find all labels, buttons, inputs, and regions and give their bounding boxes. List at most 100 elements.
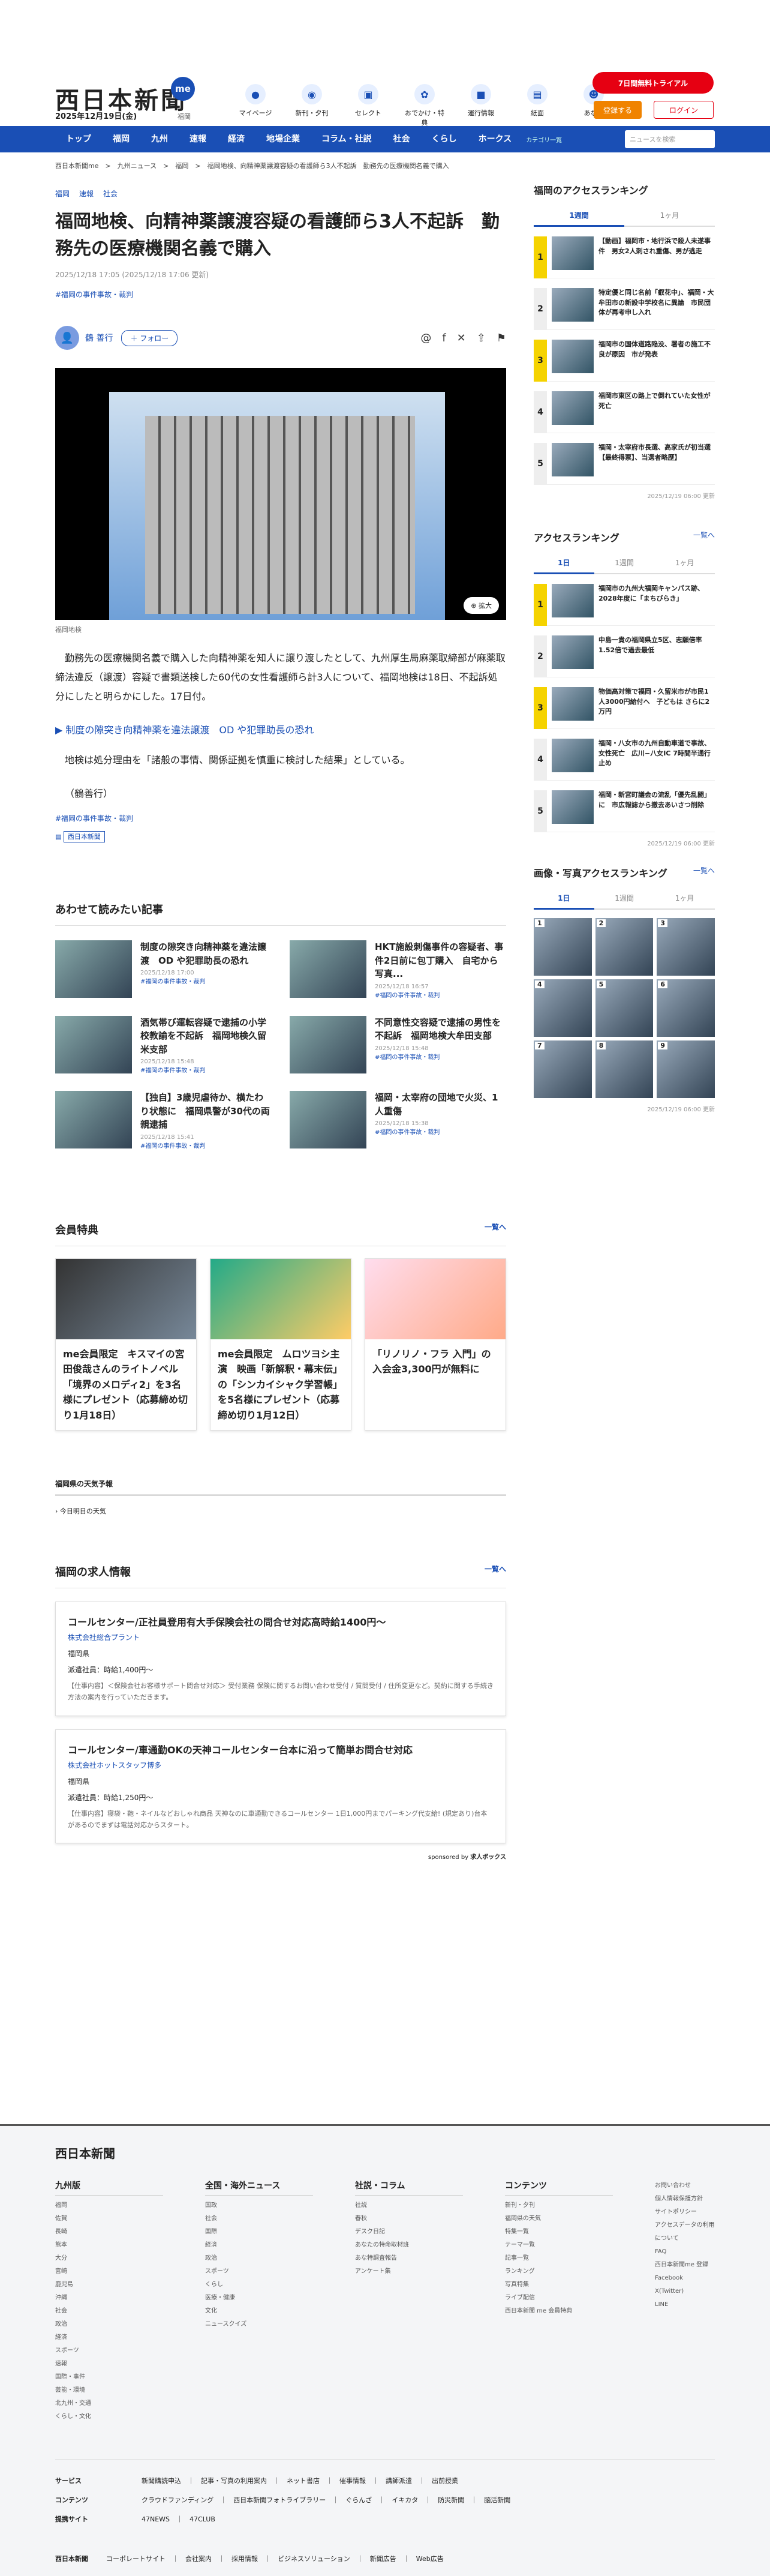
footer-link[interactable]: 特集一覧 xyxy=(505,2226,613,2239)
threads-icon[interactable]: @ xyxy=(420,332,431,344)
footer-link[interactable]: スポーツ xyxy=(205,2265,313,2278)
footer-link[interactable]: 社会 xyxy=(55,2305,163,2318)
gnav-breaking[interactable]: 速報 xyxy=(179,126,217,152)
footer-link[interactable]: 速報 xyxy=(55,2358,163,2371)
facebook-icon[interactable]: f xyxy=(442,332,446,344)
footer-link[interactable]: 経済 xyxy=(55,2331,163,2344)
x-icon[interactable]: ✕ xyxy=(457,332,466,344)
member-card[interactable]: 「リノリノ・フラ 入門」の入会金3,300円が無料に xyxy=(365,1258,506,1431)
footer-link[interactable]: 経済 xyxy=(205,2239,313,2252)
tab-day[interactable]: 1日 xyxy=(534,553,594,574)
search-input[interactable]: ニュースを検索 xyxy=(625,130,715,148)
footer-link[interactable]: 鹿児島 xyxy=(55,2278,163,2292)
trial-button[interactable]: 7日間無料トライアル xyxy=(592,72,714,94)
ranking-item[interactable]: 4 福岡・八女市の九州自動車道で事故、女性死亡 広川−八女IC 7時間半通行止め xyxy=(534,739,715,781)
footer-link[interactable]: 宮崎 xyxy=(55,2265,163,2278)
member-card[interactable]: me会員限定 ムロツヨシ主演 映画「新解釈・幕末伝」の「シンカイシャク学習帳」を… xyxy=(210,1258,351,1431)
header-pref[interactable]: 福岡 xyxy=(178,112,191,121)
article-photo[interactable]: ⊕ 拡大 xyxy=(55,368,506,620)
footer-link[interactable]: 芸能・環境 xyxy=(55,2384,163,2397)
category-list-link[interactable]: カテゴリ一覧 xyxy=(526,135,562,144)
footer-logo[interactable]: 西日本新聞 xyxy=(55,2144,715,2161)
footer-links[interactable]: お問い合わせ 個人情報保護方針 サイトポリシー アクセスデータの利用について FAQ 西日… xyxy=(655,2179,715,2311)
zoom-button[interactable]: ⊕ 拡大 xyxy=(464,597,499,614)
footer-link[interactable]: 個人情報保護方針 xyxy=(655,2193,715,2206)
footer-link[interactable]: LINE xyxy=(655,2298,715,2311)
ranking-item[interactable]: 1 福岡市の九州大福岡キャンパス跡、2028年度に「まちびらき」 xyxy=(534,584,715,626)
footer-link[interactable]: ライブ配信 xyxy=(505,2292,613,2305)
ranking-item[interactable]: 2 特定優と同じ名前「叡花中」、福岡・大牟田市の新設中学校名に異論 市民団体が再考… xyxy=(534,288,715,330)
breadcrumb[interactable]: 西日本新聞me > 九州ニュース > 福岡 > 福岡地検、向精神薬譲渡容疑の看護… xyxy=(55,152,715,179)
footer-link[interactable]: FAQ xyxy=(655,2245,715,2259)
footer-link[interactable]: 文化 xyxy=(205,2305,313,2318)
tag[interactable]: 速報 xyxy=(79,188,94,199)
gnav-kyushu[interactable]: 九州 xyxy=(140,126,179,152)
photo-rank-item[interactable]: 5 xyxy=(595,979,654,1037)
ranking-item[interactable]: 1 【動画】福岡市・地行浜で殺人未遂事件 男女2人刺され重傷、男が逃走 xyxy=(534,236,715,278)
gnav-life[interactable]: くらし xyxy=(421,126,468,152)
footer-link[interactable]: 北九州・交通 xyxy=(55,2397,163,2410)
footer-link[interactable]: くらし xyxy=(205,2278,313,2292)
gnav-economy[interactable]: 経済 xyxy=(217,126,255,152)
nav-paper[interactable]: ◉ 新刊・夕刊 xyxy=(290,84,333,127)
ranking-item[interactable]: 5 福岡・新宮町議会の流乱「優先乱闘」に 市広報誌から撤去あいさつ削除 xyxy=(534,790,715,832)
footer-link[interactable]: 社説 xyxy=(355,2199,463,2212)
tab-month[interactable]: 1ヶ月 xyxy=(624,205,715,226)
footer-links[interactable]: 新刊・夕刊 福岡県の天気 特集一覧 テーマ一覧 記事一覧 ランキング 写真特集 ライブ配信 西日… xyxy=(505,2199,613,2318)
related-card[interactable]: HKT施設刺傷事件の容疑者、事件2日前に包丁購入 自宅から写真... 2025/1… xyxy=(290,940,506,999)
tab-week[interactable]: 1週間 xyxy=(534,205,624,227)
footer-link[interactable]: 熊本 xyxy=(55,2239,163,2252)
photo-rank-item[interactable]: 7 xyxy=(534,1040,592,1098)
related-card[interactable]: 【独自】3歳児虐待か、横たわり状態に 福岡県警が30代の両親逮捕 2025/12/… xyxy=(55,1091,272,1150)
photo-rank-item[interactable]: 9 xyxy=(657,1040,715,1098)
ranking-item[interactable]: 3 福岡市の国体道路陥没、署者の施工不良が原因 市が発表 xyxy=(534,340,715,382)
footer-link[interactable]: アクセスデータの利用について xyxy=(655,2219,715,2245)
member-more-link[interactable]: 一覧へ xyxy=(485,1222,506,1237)
footer-link[interactable]: 新刊・夕刊 xyxy=(505,2199,613,2212)
footer-link[interactable]: 国際 xyxy=(205,2226,313,2239)
footer-link[interactable]: ニュースクイズ xyxy=(205,2318,313,2331)
gnav-fukuoka[interactable]: 福岡 xyxy=(102,126,140,152)
related-card[interactable]: 福岡・太宰府の団地で火災、1人重傷 2025/12/18 15:38 #福岡の事件事… xyxy=(290,1091,506,1150)
photo-rank-item[interactable]: 1 xyxy=(534,918,592,976)
footer-link[interactable]: ランキング xyxy=(505,2265,613,2278)
me-logo-icon[interactable]: me xyxy=(171,77,195,101)
ranking-item[interactable]: 2 中島一貴の福岡県立5区、志願倍率1.52倍で過去最低 xyxy=(534,635,715,677)
footer-link[interactable]: 医療・健康 xyxy=(205,2292,313,2305)
rank3-more[interactable]: 一覧へ xyxy=(693,865,715,880)
footer-link[interactable]: 佐賀 xyxy=(55,2212,163,2226)
footer-link[interactable]: 政治 xyxy=(55,2318,163,2331)
footer-link[interactable]: くらし・文化 xyxy=(55,2410,163,2424)
footer-link[interactable]: アンケート集 xyxy=(355,2265,463,2278)
footer-link[interactable]: テーマ一覧 xyxy=(505,2239,613,2252)
footer-link[interactable]: サイトポリシー xyxy=(655,2206,715,2219)
photo-rank-item[interactable]: 8 xyxy=(595,1040,654,1098)
gnav-hawks[interactable]: ホークス xyxy=(468,126,523,152)
footer-link[interactable]: 写真特集 xyxy=(505,2278,613,2292)
bookmark-icon[interactable]: ⚑ xyxy=(497,332,506,344)
related-card[interactable]: 不同意性交容疑で逮捕の男性を不起訴 福岡地検大牟田支部 2025/12/18 15… xyxy=(290,1015,506,1075)
nav-paper-view[interactable]: ▤ 紙面 xyxy=(516,84,559,127)
photo-rank-item[interactable]: 2 xyxy=(595,918,654,976)
photo-rank-item[interactable]: 6 xyxy=(657,979,715,1037)
footer-link[interactable]: Facebook xyxy=(655,2272,715,2285)
gnav-local-biz[interactable]: 地場企業 xyxy=(255,126,311,152)
footer-links[interactable]: 福岡 佐賀 長崎 熊本 大分 宮崎 鹿児島 沖縄 社会 政治 経済 スポーツ 速報 国際・事件 芸能・環境北… xyxy=(55,2199,163,2424)
related-link[interactable]: ▶ 制度の隙突き向精神薬を違法譲渡 OD や犯罪助長の恐れ xyxy=(55,722,506,736)
nav-outing[interactable]: ✿ おでかけ・特典 xyxy=(403,84,446,127)
photo-rank-item[interactable]: 3 xyxy=(657,918,715,976)
footer-row[interactable]: 提携サイト 47NEWS ｜ 47CLUB xyxy=(55,2514,715,2524)
footer-link[interactable]: 長崎 xyxy=(55,2226,163,2239)
job-card[interactable]: コールセンター/正社員登用有大手保険会社の問合せ対応高時給1400円〜 株式会社総… xyxy=(55,1602,506,1716)
ranking-item[interactable]: 3 物価高対策で福岡・久留米市が市民1人3000円給付へ 子どもは さらに2万円 xyxy=(534,687,715,729)
footer-link[interactable]: お問い合わせ xyxy=(655,2179,715,2193)
photo-rank-item[interactable]: 4 xyxy=(534,979,592,1037)
footer-links[interactable]: 国政 社会 国際 経済 政治 スポーツ くらし 医療・健康 文化 ニュースクイズ xyxy=(205,2199,313,2331)
footer-link[interactable]: あなたの特命取材班 xyxy=(355,2239,463,2252)
footer-link[interactable]: 沖縄 xyxy=(55,2292,163,2305)
nav-select[interactable]: ▣ セレクト xyxy=(347,84,390,127)
footer-row[interactable]: サービス 新聞購読申込 ｜ 記事・写真の利用案内 ｜ ネット書店 ｜ 催事情報 ｜… xyxy=(55,2476,715,2485)
gnav-society[interactable]: 社会 xyxy=(383,126,421,152)
footer-link[interactable]: 福岡 xyxy=(55,2199,163,2212)
tab-month[interactable]: 1ヶ月 xyxy=(654,888,715,908)
